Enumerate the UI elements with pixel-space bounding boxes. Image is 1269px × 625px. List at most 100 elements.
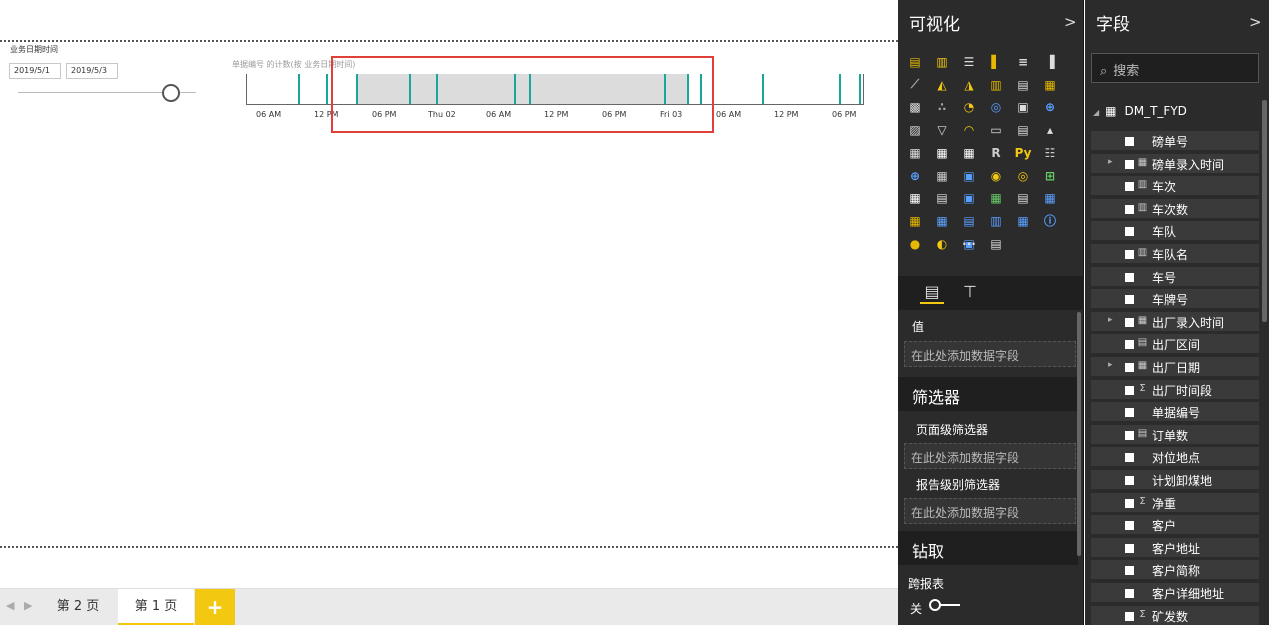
donut-icon[interactable]: ◎ bbox=[987, 98, 1005, 116]
clustered-bar-icon[interactable]: ☰ bbox=[960, 53, 978, 71]
page-filters-drop-field[interactable]: 在此处添加数据字段 bbox=[904, 443, 1076, 469]
treemap-icon[interactable]: ▣ bbox=[1014, 98, 1032, 116]
clustered-column-icon[interactable]: ▌ bbox=[987, 53, 1005, 71]
format-paint-roller-icon[interactable]: ⊤ bbox=[958, 280, 982, 304]
kpi-icon[interactable]: ▴ bbox=[1041, 121, 1059, 139]
visualizations-collapse-icon[interactable]: > bbox=[1064, 13, 1077, 31]
field-item[interactable]: ▤ 订单数 bbox=[1091, 424, 1259, 445]
tab-page-1[interactable]: 第 1 页 bbox=[118, 589, 194, 625]
expand-icon[interactable]: ▸ bbox=[1108, 360, 1113, 370]
field-checkbox[interactable] bbox=[1125, 317, 1134, 327]
filled-map-icon[interactable]: ▨ bbox=[906, 121, 924, 139]
field-checkbox[interactable] bbox=[1125, 295, 1134, 305]
field-item[interactable]: 客户 bbox=[1091, 515, 1259, 536]
slicer-slider-handle[interactable] bbox=[162, 84, 180, 102]
stacked-column-icon[interactable]: ▥ bbox=[933, 53, 951, 71]
custom-13-icon[interactable]: ⓘ bbox=[1041, 212, 1059, 230]
custom-2-icon[interactable]: ▦ bbox=[906, 189, 924, 207]
custom-7-icon[interactable]: ▦ bbox=[1041, 189, 1059, 207]
field-item[interactable]: 车队 bbox=[1091, 221, 1259, 242]
expand-icon[interactable]: ▸ bbox=[1108, 315, 1113, 325]
field-checkbox[interactable] bbox=[1125, 453, 1134, 463]
card-icon[interactable]: ▭ bbox=[987, 121, 1005, 139]
add-page-button[interactable]: + bbox=[195, 589, 235, 625]
qna-icon[interactable]: ▣ bbox=[960, 167, 978, 185]
field-checkbox[interactable] bbox=[1125, 340, 1134, 350]
field-checkbox[interactable] bbox=[1125, 408, 1134, 418]
waterfall-icon[interactable]: ▩ bbox=[906, 98, 924, 116]
fields-well-icon[interactable]: ▤ bbox=[920, 280, 944, 304]
line-column-icon[interactable]: ▥ bbox=[987, 76, 1005, 94]
field-item[interactable]: 客户地址 bbox=[1091, 537, 1259, 558]
field-item[interactable]: ▥ 车次数 bbox=[1091, 198, 1259, 219]
r-visual-icon[interactable]: R bbox=[987, 144, 1005, 162]
field-item[interactable]: 单据编号 bbox=[1091, 402, 1259, 423]
python-visual-icon[interactable]: Py bbox=[1014, 144, 1032, 162]
custom-10-icon[interactable]: ▤ bbox=[960, 212, 978, 230]
map-icon[interactable]: ⊕ bbox=[1041, 98, 1059, 116]
gauge-icon[interactable]: ◠ bbox=[960, 121, 978, 139]
field-item[interactable]: 车号 bbox=[1091, 266, 1259, 287]
field-item[interactable]: 磅单号 bbox=[1091, 131, 1259, 151]
custom-14-icon[interactable]: ● bbox=[906, 235, 924, 253]
decomposition-tree-icon[interactable]: ⊕ bbox=[906, 167, 924, 185]
field-checkbox[interactable] bbox=[1125, 385, 1134, 395]
more-visuals-icon[interactable]: ··· bbox=[960, 235, 978, 253]
custom-9-icon[interactable]: ▦ bbox=[933, 212, 951, 230]
field-checkbox[interactable] bbox=[1125, 521, 1134, 531]
smart-narrative-icon[interactable]: ◉ bbox=[987, 167, 1005, 185]
custom-15-icon[interactable]: ◐ bbox=[933, 235, 951, 253]
field-checkbox[interactable] bbox=[1125, 543, 1134, 553]
pie-icon[interactable]: ◔ bbox=[960, 98, 978, 116]
scatter-icon[interactable]: ∴ bbox=[933, 98, 951, 116]
fields-collapse-icon[interactable]: > bbox=[1249, 13, 1262, 31]
visualizations-scrollbar[interactable] bbox=[1077, 312, 1081, 556]
custom-17-icon[interactable]: ▤ bbox=[987, 235, 1005, 253]
field-checkbox[interactable] bbox=[1125, 430, 1134, 440]
key-influencers-icon[interactable]: ☷ bbox=[1041, 144, 1059, 162]
field-checkbox[interactable] bbox=[1125, 159, 1134, 169]
field-item[interactable]: Σ 矿发数 bbox=[1091, 605, 1259, 625]
ribbon-icon[interactable]: ▦ bbox=[1041, 76, 1059, 94]
100-bar-icon[interactable]: ≡ bbox=[1014, 53, 1032, 71]
field-checkbox[interactable] bbox=[1125, 227, 1134, 237]
slicer-start-date[interactable]: 2019/5/1 bbox=[9, 63, 61, 79]
field-item[interactable]: ▸ ▦ 出厂日期 bbox=[1091, 357, 1259, 377]
matrix-icon[interactable]: ▦ bbox=[960, 144, 978, 162]
field-item[interactable]: Σ 净重 bbox=[1091, 492, 1259, 513]
field-item[interactable]: 对位地点 bbox=[1091, 447, 1259, 468]
custom-11-icon[interactable]: ▥ bbox=[987, 212, 1005, 230]
field-item[interactable]: 车牌号 bbox=[1091, 289, 1259, 310]
tab-page-2[interactable]: 第 2 页 bbox=[40, 589, 116, 625]
fields-scrollbar[interactable] bbox=[1262, 100, 1267, 322]
custom-5-icon[interactable]: ▦ bbox=[987, 189, 1005, 207]
field-checkbox[interactable] bbox=[1125, 250, 1134, 259]
field-item[interactable]: ▸ ▦ 出厂录入时间 bbox=[1091, 311, 1259, 332]
field-checkbox[interactable] bbox=[1125, 137, 1134, 146]
values-drop-field[interactable]: 在此处添加数据字段 bbox=[904, 341, 1076, 367]
custom-6-icon[interactable]: ▤ bbox=[1014, 189, 1032, 207]
custom-1-icon[interactable]: ⊞ bbox=[1041, 167, 1059, 185]
stacked-bar-icon[interactable]: ▤ bbox=[906, 53, 924, 71]
custom-4-icon[interactable]: ▣ bbox=[960, 189, 978, 207]
report-filters-drop-field[interactable]: 在此处添加数据字段 bbox=[904, 498, 1076, 524]
arcgis-map-icon[interactable]: ◎ bbox=[1014, 167, 1032, 185]
field-item[interactable]: 客户详细地址 bbox=[1091, 583, 1259, 603]
shape-map-icon[interactable]: ▦ bbox=[933, 167, 951, 185]
expand-icon[interactable]: ▸ bbox=[1108, 157, 1113, 167]
field-item[interactable]: ▤ 出厂区间 bbox=[1091, 334, 1259, 355]
field-checkbox[interactable] bbox=[1125, 182, 1134, 192]
tab-prev-icon[interactable]: ◀ bbox=[6, 599, 14, 612]
field-checkbox[interactable] bbox=[1125, 363, 1134, 372]
field-checkbox[interactable] bbox=[1125, 272, 1134, 282]
field-checkbox[interactable] bbox=[1125, 566, 1134, 576]
line-icon[interactable]: ⟋ bbox=[906, 76, 924, 94]
fields-search-input[interactable]: ⌕ 搜索 bbox=[1091, 53, 1259, 83]
field-item[interactable]: Σ 出厂时间段 bbox=[1091, 379, 1259, 400]
field-item[interactable]: ▸ ▦ 磅单录入时间 bbox=[1091, 153, 1259, 174]
custom-8-icon[interactable]: ▦ bbox=[906, 212, 924, 230]
area-icon[interactable]: ◭ bbox=[933, 76, 951, 94]
field-item[interactable]: ▥ 车次 bbox=[1091, 176, 1259, 197]
slicer-end-date[interactable]: 2019/5/3 bbox=[66, 63, 118, 79]
field-item[interactable]: ▥ 车队名 bbox=[1091, 244, 1259, 264]
